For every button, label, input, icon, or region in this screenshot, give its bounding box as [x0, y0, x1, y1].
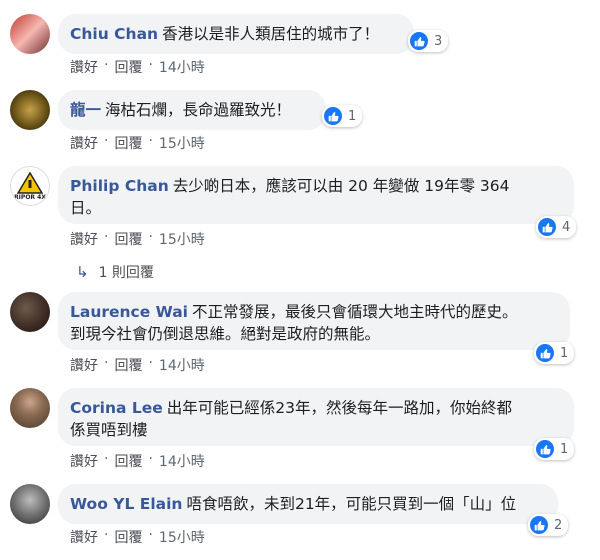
comment-text-continued: 到現今社會仍倒退思維。絕對是政府的無能。 — [70, 325, 381, 343]
comment-bubble: Philip Chan 去少啲日本，應該可以由 20 年變做 19年零 364 日… — [58, 166, 574, 224]
reaction-count[interactable]: 1 — [322, 105, 363, 127]
comment-actions: 讚好 · 回覆 · 15小時 — [70, 229, 205, 249]
view-replies-link[interactable]: ↳ 1 則回覆 — [76, 262, 154, 282]
reply-link[interactable]: 回覆 — [114, 451, 142, 471]
comment-actions: 讚好 · 回覆 · 14小時 — [70, 451, 205, 471]
reply-link[interactable]: 回覆 — [114, 133, 142, 153]
like-link[interactable]: 讚好 — [70, 355, 98, 375]
comment-text-continued: 係買唔到樓 — [70, 421, 148, 439]
like-link[interactable]: 讚好 — [70, 133, 98, 153]
reaction-count[interactable]: 1 — [534, 438, 575, 460]
thumbs-up-icon — [536, 440, 554, 458]
comment-author[interactable]: Chiu Chan — [70, 25, 158, 43]
comment-text: 海枯石爛，長命過羅致光！ — [105, 101, 292, 119]
comment-bubble: Woo YL Elain 唔食唔飲，未到21年，可能只買到一個「山」位 — [58, 484, 558, 524]
comment-author[interactable]: Philip Chan — [70, 177, 169, 195]
avatar[interactable] — [10, 388, 50, 428]
timestamp[interactable]: 14小時 — [159, 355, 205, 375]
comment-actions: 讚好 · 回覆 · 14小時 — [70, 57, 205, 77]
warning-triangle-icon — [17, 171, 43, 194]
reaction-number: 3 — [434, 33, 443, 49]
avatar[interactable]: RIPOR 4X — [10, 166, 50, 206]
comment-text: 出年可能已經係23年，然後每年一路加，你始終都 — [166, 399, 513, 417]
like-link[interactable]: 讚好 — [70, 527, 98, 547]
comment-bubble: 龍一 海枯石爛，長命過羅致光！ — [58, 90, 326, 130]
comment-author[interactable]: Woo YL Elain — [70, 495, 182, 513]
timestamp[interactable]: 14小時 — [159, 57, 205, 77]
comment-actions: 讚好 · 回覆 · 14小時 — [70, 355, 205, 375]
reply-link[interactable]: 回覆 — [114, 527, 142, 547]
thumbs-up-icon — [410, 32, 428, 50]
reaction-number: 1 — [560, 345, 569, 361]
comment-text-continued: 日。 — [70, 199, 102, 217]
reaction-count[interactable]: 2 — [528, 514, 569, 536]
comment-author[interactable]: Corina Lee — [70, 399, 163, 417]
thumbs-up-icon — [536, 344, 554, 362]
avatar[interactable] — [10, 14, 50, 54]
reply-arrow-icon: ↳ — [76, 263, 89, 281]
comment-actions: 讚好 · 回覆 · 15小時 — [70, 133, 205, 153]
comment-author[interactable]: 龍一 — [70, 101, 101, 119]
timestamp[interactable]: 15小時 — [159, 527, 205, 547]
comment-text: 不正常發展，最後只會循環大地主時代的歷史。 — [191, 303, 518, 321]
comment-text: 香港以是非人類居住的城市了！ — [162, 25, 380, 43]
like-link[interactable]: 讚好 — [70, 57, 98, 77]
comment-text: 去少啲日本，應該可以由 20 年變做 19年零 364 — [172, 177, 510, 195]
timestamp[interactable]: 15小時 — [159, 133, 205, 153]
reaction-count[interactable]: 3 — [408, 30, 449, 52]
reaction-number: 2 — [554, 517, 563, 533]
avatar-caption: RIPOR 4X — [14, 193, 46, 201]
comment-actions: 讚好 · 回覆 · 15小時 — [70, 527, 205, 547]
reaction-number: 1 — [348, 108, 357, 124]
replies-count[interactable]: 1 則回覆 — [99, 262, 154, 282]
reaction-count[interactable]: 1 — [534, 342, 575, 364]
reply-link[interactable]: 回覆 — [114, 355, 142, 375]
avatar[interactable] — [10, 90, 50, 130]
comment-bubble: Chiu Chan 香港以是非人類居住的城市了！ — [58, 14, 414, 54]
reply-link[interactable]: 回覆 — [114, 229, 142, 249]
avatar[interactable] — [10, 484, 50, 524]
thumbs-up-icon — [324, 107, 342, 125]
comment-bubble: Laurence Wai 不正常發展，最後只會循環大地主時代的歷史。 到現今社會仍… — [58, 292, 570, 350]
comment-bubble: Corina Lee 出年可能已經係23年，然後每年一路加，你始終都 係買唔到樓 — [58, 388, 574, 446]
reaction-number: 1 — [560, 441, 569, 457]
reaction-number: 4 — [562, 219, 571, 235]
thumbs-up-icon — [530, 516, 548, 534]
timestamp[interactable]: 15小時 — [159, 229, 205, 249]
comment-text: 唔食唔飲，未到21年，可能只買到一個「山」位 — [186, 495, 517, 513]
like-link[interactable]: 讚好 — [70, 451, 98, 471]
like-link[interactable]: 讚好 — [70, 229, 98, 249]
reply-link[interactable]: 回覆 — [114, 57, 142, 77]
reaction-count[interactable]: 4 — [536, 216, 577, 238]
avatar[interactable] — [10, 292, 50, 332]
timestamp[interactable]: 14小時 — [159, 451, 205, 471]
comment-author[interactable]: Laurence Wai — [70, 303, 188, 321]
thumbs-up-icon — [538, 218, 556, 236]
